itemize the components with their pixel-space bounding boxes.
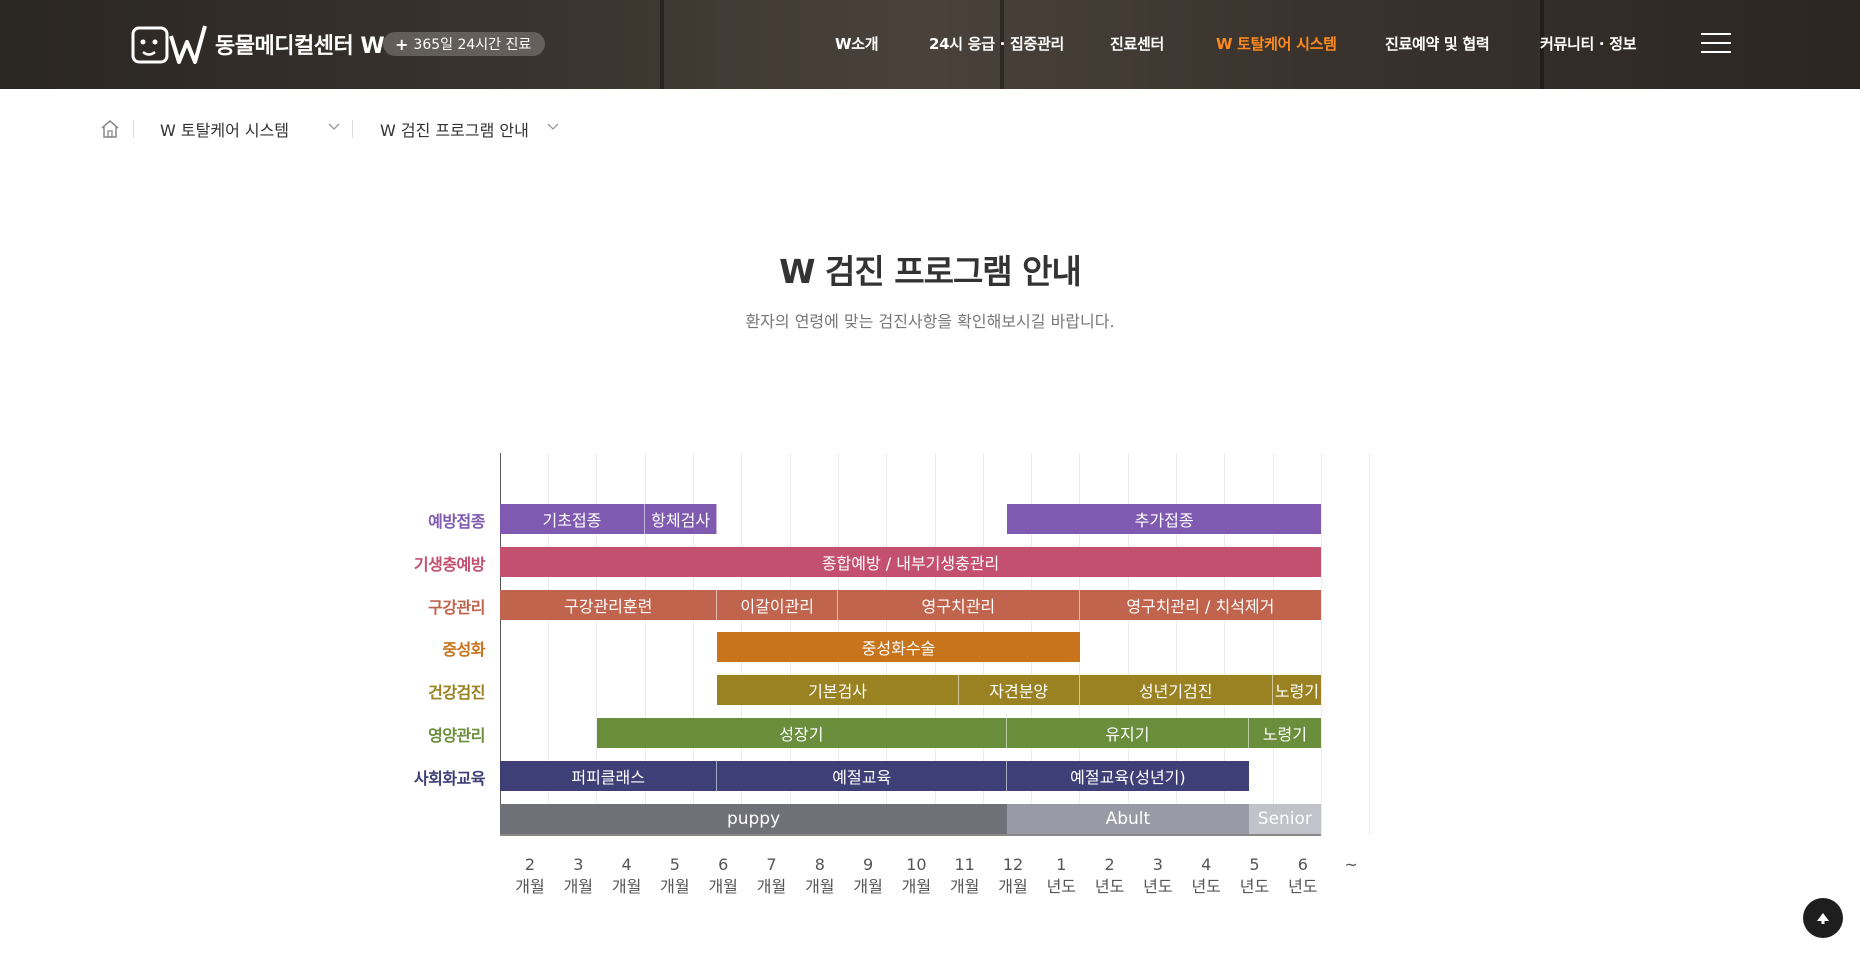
main-nav: W소개 24시 응급 · 집중관리 진료센터 W 토탈케어 시스템 진료예약 및… — [0, 33, 1860, 57]
arrow-up-icon — [1817, 913, 1829, 924]
chart-bar-segment: 자견분양 — [958, 675, 1080, 706]
nav-item-emergency[interactable]: 24시 응급 · 집중관리 — [929, 33, 1064, 54]
chart-gridline — [1127, 453, 1129, 835]
chart-x-tick-label: 7 개월 — [756, 855, 787, 896]
chart-x-tick-label: 12 개월 — [998, 855, 1028, 896]
chart-x-tick-label: 1 년도 — [1046, 855, 1077, 896]
chart-x-tick-label: 9 개월 — [853, 855, 883, 896]
chart-gridline — [982, 453, 984, 835]
chart-bar-segment: 예절교육(성년기) — [1007, 760, 1249, 791]
chart-x-tick-label: 8 개월 — [805, 855, 835, 896]
chart-gridline — [1369, 453, 1371, 835]
home-icon[interactable] — [100, 116, 122, 142]
scroll-top-button[interactable] — [1803, 898, 1843, 938]
chart-bar-segment: 추가접종 — [1007, 504, 1322, 534]
chart-gridline — [1320, 453, 1322, 835]
chart-x-tick-label: 3 년도 — [1143, 855, 1173, 896]
chart-gridline — [548, 453, 550, 835]
chart-x-tick-label: 4 개월 — [611, 855, 642, 896]
chevron-down-icon — [546, 118, 560, 137]
nav-item-centers[interactable]: 진료센터 — [1110, 33, 1164, 54]
chart-row-label: 중성화 — [442, 640, 485, 660]
chart-bar-segment: 기초접종 — [500, 504, 645, 534]
chart-gridline — [596, 453, 598, 835]
chart-row-label: 사회화교육 — [413, 768, 486, 788]
chart-gridline — [789, 453, 791, 835]
chart-bar-segment: 중성화수술 — [717, 632, 1080, 663]
chart-bar-segment: 항체검사 — [644, 504, 718, 534]
breadcrumb-level2[interactable]: W 검진 프로그램 안내 — [380, 116, 565, 142]
chart-x-tick-label: 6 년도 — [1288, 855, 1318, 896]
chart-gridline — [1272, 453, 1274, 835]
chart-bar-segment: 노령기 — [1248, 718, 1322, 748]
nav-item-reservation[interactable]: 진료예약 및 협력 — [1385, 33, 1490, 54]
chart-gridline — [1176, 453, 1178, 835]
chart-x-tick-label: 2 개월 — [515, 855, 545, 896]
page-subtitle: 환자의 연령에 맞는 검진사항을 확인해보시길 바랍니다. — [745, 312, 1115, 331]
chart-bar-segment: Abult — [1007, 803, 1249, 834]
chevron-down-icon — [327, 118, 341, 137]
chart-x-tick-label: 6 개월 — [708, 855, 738, 896]
chart-gridline — [1079, 453, 1081, 835]
breadcrumb-divider — [133, 120, 134, 138]
chart-gridline — [693, 453, 695, 835]
chart-row-label: 영양관리 — [428, 726, 485, 745]
chart-bar-segment: 영구치관리 / 치석제거 — [1079, 589, 1322, 620]
chart-x-tick-label: 11 개월 — [949, 855, 980, 896]
chart-bar-segment: 노령기 — [1272, 675, 1322, 706]
chart-bar-segment: 기본검사 — [717, 675, 959, 706]
chart-row-label: 구강관리 — [428, 597, 485, 617]
site-header: 동물메디컬센터 W + 365일 24시간 진료 W소개 24시 응급 · 집중… — [0, 0, 1860, 89]
chart-x-tick-label: 5 년도 — [1239, 855, 1270, 896]
chart-x-tick-label: 4 년도 — [1191, 855, 1221, 896]
page-title: W 검진 프로그램 안내 — [779, 252, 1082, 291]
chart-bar-segment: Senior — [1248, 803, 1322, 834]
breadcrumb-level1[interactable]: W 토탈케어 시스템 — [160, 116, 345, 142]
chart-row-label: 건강검진 — [428, 683, 485, 703]
chart-gridline — [886, 453, 888, 835]
chart-x-tick-label: 2 년도 — [1094, 855, 1125, 896]
breadcrumb-level2-label: W 검진 프로그램 안내 — [380, 121, 529, 140]
chart-bar-segment: 이갈이관리 — [717, 589, 839, 620]
chart-bar-segment: 영구치관리 — [838, 589, 1080, 620]
chart-row-label: 기생충예방 — [413, 554, 486, 574]
chart-gridline — [1224, 453, 1226, 835]
nav-item-about[interactable]: W소개 — [835, 33, 879, 54]
chart-x-tick-label: 10 개월 — [901, 855, 932, 896]
chart-gridline — [741, 453, 743, 835]
chart-bar-segment: 종합예방 / 내부기생충관리 — [500, 546, 1322, 577]
chart-bar-segment: 유지기 — [1007, 718, 1249, 748]
chart-gridline — [837, 453, 839, 835]
chart-x-tick-label: ~ — [1344, 855, 1358, 874]
chart-bar-segment: 성년기검진 — [1079, 675, 1273, 706]
chart-bar-segment: 구강관리훈련 — [500, 589, 718, 620]
chart-row-label: 예방접종 — [428, 512, 485, 531]
breadcrumb-divider — [352, 120, 353, 138]
chart-x-axis — [500, 834, 1322, 836]
nav-item-community[interactable]: 커뮤니티 · 정보 — [1540, 33, 1637, 54]
chart-bar-segment: puppy — [500, 803, 1008, 834]
checkup-program-chart: 예방접종 기초접종 항체검사 추가접종기생충예방 종합예방 / 내부기생충관리구강관리 구… — [0, 0, 1860, 955]
chart-x-tick-label: 5 개월 — [660, 855, 690, 896]
chart-bar-segment: 예절교육 — [717, 760, 1008, 791]
chart-bar-segment: 성장기 — [596, 718, 1008, 748]
chart-gridline — [1031, 453, 1033, 835]
chart-gridline — [644, 453, 646, 835]
chart-gridline — [934, 453, 936, 835]
breadcrumb-level1-label: W 토탈케어 시스템 — [160, 121, 290, 140]
chart-bar-segment: 퍼피클래스 — [500, 760, 718, 791]
chart-y-axis — [500, 453, 501, 836]
hamburger-menu-button[interactable] — [1701, 33, 1733, 55]
chart-x-tick-label: 3 개월 — [563, 855, 594, 896]
nav-item-totalcare[interactable]: W 토탈케어 시스템 — [1216, 33, 1337, 54]
